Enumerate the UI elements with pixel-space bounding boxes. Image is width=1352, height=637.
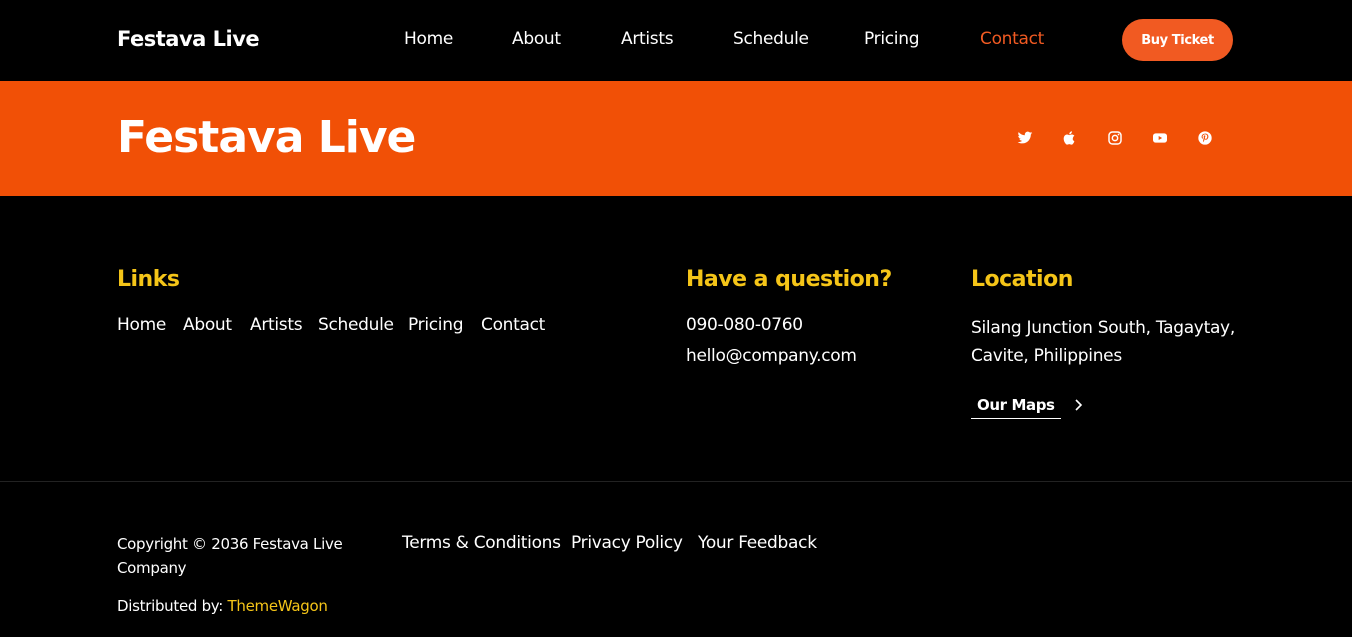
our-maps-label: Our Maps bbox=[971, 394, 1061, 419]
nav-item-schedule[interactable]: Schedule bbox=[733, 29, 809, 49]
location-address: Silang Junction South, Tagaytay, Cavite,… bbox=[971, 318, 1235, 366]
chevron-right-icon bbox=[1075, 399, 1082, 411]
brand-band: Festava Live bbox=[0, 81, 1352, 196]
footer-link-home[interactable]: Home bbox=[117, 315, 166, 335]
nav-item-pricing[interactable]: Pricing bbox=[864, 29, 920, 49]
navbar: Festava Live Home About Artists Schedule… bbox=[0, 0, 1352, 81]
band-title: Festava Live bbox=[117, 112, 416, 163]
footer-link-pricing[interactable]: Pricing bbox=[408, 315, 464, 335]
distributed-by: Distributed by: ThemeWagon bbox=[117, 597, 328, 615]
footer-link-contact[interactable]: Contact bbox=[481, 315, 545, 335]
apple-icon[interactable] bbox=[1060, 128, 1080, 148]
our-maps-link[interactable]: Our Maps bbox=[971, 394, 1085, 421]
twitter-icon[interactable] bbox=[1015, 128, 1035, 148]
links-heading: Links bbox=[117, 267, 180, 292]
nav-item-about[interactable]: About bbox=[512, 29, 561, 49]
footer-link-schedule[interactable]: Schedule bbox=[318, 315, 394, 335]
question-heading: Have a question? bbox=[686, 267, 892, 292]
footer-link-about[interactable]: About bbox=[183, 315, 232, 335]
pinterest-icon[interactable] bbox=[1195, 128, 1215, 148]
distributed-prefix: Distributed by: bbox=[117, 597, 224, 615]
phone-link[interactable]: 090-080-0760 bbox=[686, 315, 803, 335]
feedback-link[interactable]: Your Feedback bbox=[698, 533, 817, 553]
footer-link-artists[interactable]: Artists bbox=[250, 315, 303, 335]
buy-ticket-button[interactable]: Buy Ticket bbox=[1122, 19, 1233, 61]
email-link[interactable]: hello@company.com bbox=[686, 346, 857, 366]
location-heading: Location bbox=[971, 267, 1073, 292]
youtube-icon[interactable] bbox=[1150, 128, 1170, 148]
terms-link[interactable]: Terms & Conditions bbox=[402, 533, 561, 553]
nav-item-home[interactable]: Home bbox=[404, 29, 453, 49]
nav-item-artists[interactable]: Artists bbox=[621, 29, 674, 49]
instagram-icon[interactable] bbox=[1105, 128, 1125, 148]
brand-logo[interactable]: Festava Live bbox=[117, 27, 260, 51]
copyright-text: Copyright © 2036 Festava Live Company bbox=[117, 535, 343, 577]
privacy-policy-link[interactable]: Privacy Policy bbox=[571, 533, 683, 553]
themewagon-link[interactable]: ThemeWagon bbox=[228, 597, 328, 615]
nav-item-contact[interactable]: Contact bbox=[980, 29, 1044, 49]
footer-divider bbox=[0, 481, 1352, 482]
